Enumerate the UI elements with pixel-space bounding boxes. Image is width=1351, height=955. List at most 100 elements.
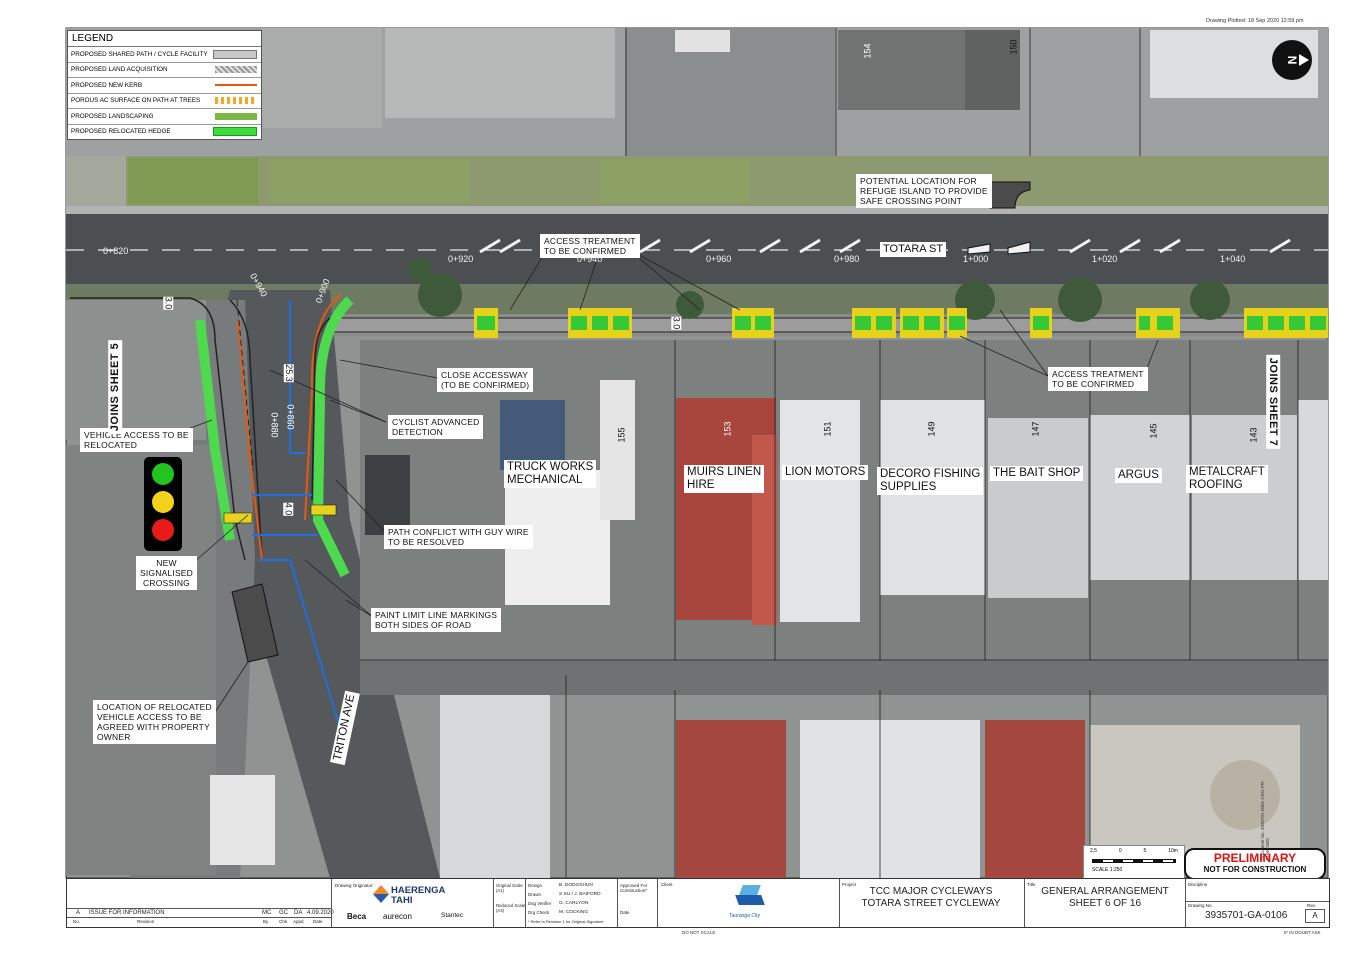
partner-beca: Beca: [347, 912, 367, 921]
relocated-access-note: LOCATION OF RELOCATED VEHICLE ACCESS TO …: [93, 700, 216, 744]
business-label: MUIRS LINEN HIRE: [684, 465, 765, 493]
chainage-label: 0+820: [103, 246, 129, 256]
preliminary-stamp: PRELIMINARY NOT FOR CONSTRUCTION: [1184, 848, 1326, 880]
street-name-totara: TOTARA ST: [880, 242, 947, 257]
rev-desc: ISSUE FOR INFORMATION: [89, 910, 165, 916]
logo-sub: TAHI: [391, 895, 413, 906]
chainage-label: 1+020: [1092, 254, 1118, 264]
stamp-sub: NOT FOR CONSTRUCTION: [1203, 865, 1307, 874]
north-label: N: [1284, 55, 1299, 65]
business-label: METALCRAFT ROOFING: [1186, 465, 1268, 493]
signature-note: * Refer to Revision 1 for Original Signa…: [528, 919, 604, 924]
street-number: 154: [862, 43, 873, 59]
client-name: Tauranga City: [729, 913, 760, 919]
street-number: 155: [616, 427, 627, 443]
chainage-label: 1+040: [1220, 254, 1246, 264]
street-number: 151: [822, 421, 833, 437]
rev-by: MC: [262, 910, 272, 916]
dimension-label: 4.0: [283, 502, 294, 516]
scale-reduced: Reduced Scale (A3): [496, 903, 526, 913]
scale-tick: 2.5: [1090, 848, 1097, 854]
partner-stantec: Stantec: [441, 912, 464, 919]
legend-item: PROPOSED RELOCATED HEDGE: [68, 125, 261, 140]
scale-label: SCALE 1:250: [1092, 867, 1123, 873]
title-block: A ISSUE FOR INFORMATION MC GC DA 4.09.20…: [66, 878, 1330, 928]
rev-header: By: [263, 919, 269, 924]
chainage-label: 0+960: [706, 254, 732, 264]
paint-limit-note: PAINT LIMIT LINE MARKINGS BOTH SIDES OF …: [371, 608, 502, 632]
dimension-label: 3.0: [163, 296, 174, 310]
rev-header: No.: [73, 919, 81, 924]
street-number: 143: [1248, 427, 1259, 443]
chainage-label: 0+880: [269, 412, 280, 438]
project-name: TCC MAJOR CYCLEWAYS TOTARA STREET CYCLEW…: [861, 886, 1001, 909]
guy-wire-note: PATH CONFLICT WITH GUY WIRE TO BE RESOLV…: [384, 525, 533, 549]
partner-aurecon: aurecon: [383, 912, 412, 921]
street-number: 147: [1030, 421, 1041, 437]
stamp-main: PRELIMINARY: [1213, 851, 1297, 865]
refuge-island-note: POTENTIAL LOCATION FOR REFUGE ISLAND TO …: [856, 174, 992, 208]
legend-title: LEGEND: [68, 31, 261, 47]
vehicle-access-note: VEHICLE ACCESS TO BE RELOCATED: [80, 428, 193, 452]
legend: LEGEND PROPOSED SHARED PATH / CYCLE FACI…: [67, 30, 262, 140]
role-label: Dsg Verifier: [528, 901, 552, 906]
footer-do-not-scale: DO NOT SCALE: [682, 930, 716, 935]
business-label: DECORO FISHING SUPPLIES: [877, 467, 984, 495]
drawing-plotted: Drawing Plotted: 18 Sep 2020 12:59 pm: [1206, 18, 1304, 24]
originator-label: Drawing Originator:: [335, 883, 374, 888]
scale-tick: 0: [1118, 848, 1122, 854]
chainage-label: 0+860: [285, 404, 296, 430]
chainage-label: 0+980: [834, 254, 860, 264]
scale-tick: 5: [1143, 848, 1147, 854]
approved-label: Approved For Construction*: [620, 883, 648, 893]
rev-header: Date: [313, 919, 323, 924]
discipline-label: Discipline: [1188, 882, 1208, 887]
document-number: Document No. 3935701-0001-CRG-PR-0106.DW…: [1260, 780, 1270, 860]
role-name: S SU / J. BAIFORD: [559, 892, 601, 897]
cyclist-detection-note: CYCLIST ADVANCED DETECTION: [388, 415, 484, 439]
business-label: ARGUS: [1115, 468, 1162, 483]
role-label: Design: [528, 883, 543, 888]
tauranga-logo-icon: [735, 885, 765, 911]
business-label: TRUCK WORKS MECHANICAL: [504, 460, 597, 488]
legend-item: PROPOSED SHARED PATH / CYCLE FACILITY: [68, 47, 261, 63]
chainage-label: 1+000: [963, 254, 989, 264]
traffic-light-icon: [144, 457, 182, 551]
rev-letter: A: [76, 910, 81, 916]
legend-item: PROPOSED NEW KERB: [68, 78, 261, 94]
scale-tick: 10m: [1168, 848, 1178, 854]
drawing-title: GENERAL ARRANGEMENT SHEET 6 OF 16: [1041, 886, 1169, 909]
role-label: Drg Check: [528, 910, 550, 915]
business-label: LION MOTORS: [782, 465, 869, 480]
legend-item: PROPOSED LANDSCAPING: [68, 109, 261, 125]
street-number: 145: [1148, 423, 1159, 439]
rev-header: Chk: [279, 919, 288, 924]
drawing-number: 3935701-GA-0106: [1205, 910, 1288, 921]
client-label: Client: [661, 882, 673, 887]
rev-header: Appd: [293, 919, 304, 924]
drawing-no-label: Drawing No.: [1188, 903, 1213, 908]
date-label: Date: [620, 910, 630, 915]
scale-bar: 2.5 0 5 10m SCALE 1:250: [1083, 845, 1185, 879]
rev-appd: DA: [294, 910, 303, 916]
scale-original: Original Scale (A1): [496, 883, 523, 893]
role-name: B. DODGSHUN: [559, 883, 593, 888]
role-label: Drawn: [528, 892, 542, 897]
chainage-label: 0+920: [448, 254, 474, 264]
street-number: 149: [926, 421, 937, 437]
dimension-label: 25.3: [283, 364, 294, 382]
rev-date: 4.09.2020: [307, 910, 334, 916]
new-crossing-note: NEW SIGNALISED CROSSING: [136, 556, 198, 590]
joins-sheet-left: JOINS SHEET 5: [108, 339, 123, 435]
street-number: 153: [722, 421, 733, 437]
rev-chk: GC: [279, 910, 288, 916]
joins-sheet-right: JOINS SHEET 7: [1266, 354, 1281, 450]
rev-label: Rev.: [1307, 903, 1316, 908]
business-label: THE BAIT SHOP: [990, 466, 1084, 481]
access-treatment-note-2: ACCESS TREATMENT TO BE CONFIRMED: [1048, 367, 1148, 391]
dimension-label: 3.0: [671, 316, 682, 330]
street-number: 150: [1008, 39, 1019, 55]
footer-if-in-doubt: IF IN DOUBT ASK: [1284, 930, 1321, 935]
chainage-label: 0+940: [577, 254, 603, 264]
rev-value: A: [1305, 909, 1325, 923]
